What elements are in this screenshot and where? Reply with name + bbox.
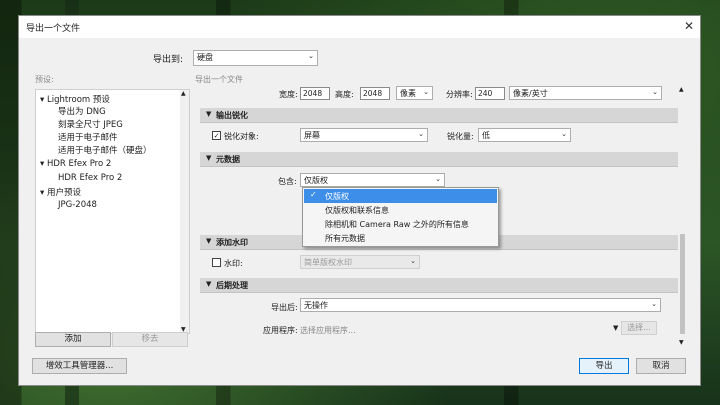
- tree-item-jpg-2048[interactable]: JPG-2048: [58, 200, 97, 210]
- scroll-up-icon[interactable]: ▲: [679, 86, 684, 93]
- expand-arrow-icon: ▾: [40, 188, 47, 198]
- chevron-down-icon: ⌄: [561, 130, 567, 138]
- settings-scrollbar[interactable]: ▲ ▼: [678, 86, 687, 346]
- sharpen-section-title: 输出锐化: [216, 111, 248, 120]
- chevron-down-icon: ⌄: [435, 175, 441, 183]
- tree-item-email[interactable]: 适用于电子邮件: [58, 131, 118, 143]
- size-unit-select[interactable]: 像素 ⌄: [396, 86, 433, 100]
- plugin-manager-button[interactable]: 增效工具管理器...: [32, 358, 127, 374]
- expand-arrow-icon: ▾: [40, 159, 47, 169]
- export-to-value: 硬盘: [197, 53, 213, 62]
- tree-item-label: 用户预设: [46, 188, 81, 198]
- presets-scrollbar[interactable]: ▲ ▼: [180, 90, 189, 333]
- tree-item-user-presets[interactable]: ▾ 用户预设: [40, 186, 81, 198]
- metadata-section-title: 元数据: [216, 155, 240, 164]
- after-export-select[interactable]: 无操作 ⌄: [300, 298, 661, 312]
- chevron-down-icon: ⌄: [308, 52, 314, 60]
- sharpen-target-value: 屏幕: [304, 131, 320, 140]
- watermark-checkbox[interactable]: [212, 258, 221, 267]
- watermark-label: 水印:: [224, 259, 243, 268]
- size-unit-value: 像素: [400, 89, 416, 98]
- export-to-label: 导出到:: [153, 55, 184, 65]
- watermark-select[interactable]: 简单版权水印 ⌄: [300, 255, 420, 269]
- metadata-section-header[interactable]: ▼ 元数据: [200, 152, 678, 167]
- width-label: 宽度:: [279, 90, 298, 99]
- after-export-label: 导出后:: [271, 303, 298, 312]
- presets-tree: ▾ Lightroom 预设 导出为 DNG 刻录全尺寸 JPEG 适用于电子邮…: [35, 89, 190, 334]
- window-title: 导出一个文件: [26, 24, 81, 34]
- application-label: 应用程序:: [263, 326, 298, 335]
- sharpen-amount-value: 低: [482, 131, 490, 140]
- menu-item-copyright-only[interactable]: ✓ 仅版权: [304, 189, 497, 203]
- tree-item-email-disk[interactable]: 适用于电子邮件（硬盘）: [58, 144, 152, 156]
- menu-item-copyright-contact[interactable]: 仅版权和联系信息: [304, 203, 497, 217]
- menu-item-all-except-camera[interactable]: 除相机和 Camera Raw 之外的所有信息: [304, 217, 497, 231]
- metadata-include-label: 包含:: [278, 177, 297, 186]
- scroll-up-icon[interactable]: ▲: [181, 90, 186, 97]
- cancel-button[interactable]: 取消: [636, 358, 686, 374]
- collapse-arrow-icon: ▼: [206, 237, 212, 245]
- export-button[interactable]: 导出: [579, 358, 629, 374]
- sharpen-target-select[interactable]: 屏幕 ⌄: [300, 128, 428, 142]
- tree-item-label: HDR Efex Pro 2: [46, 159, 112, 169]
- scrollbar-thumb[interactable]: [680, 234, 685, 334]
- tree-item-label: Lightroom 预设: [46, 95, 110, 105]
- menu-item-label: 所有元数据: [325, 234, 365, 243]
- application-placeholder[interactable]: 选择应用程序...: [300, 325, 356, 336]
- add-preset-button[interactable]: 添加: [35, 332, 111, 347]
- after-export-value: 无操作: [304, 301, 328, 310]
- sharpen-amount-label: 锐化量:: [447, 132, 474, 141]
- settings-subtitle: 导出一个文件: [195, 75, 243, 84]
- expand-arrow-icon: ▾: [40, 95, 47, 105]
- sharpen-target-label: 锐化对象:: [224, 132, 259, 141]
- resolution-unit-select[interactable]: 像素/英寸 ⌄: [509, 86, 662, 100]
- title-bar: 导出一个文件 ✕: [19, 16, 700, 38]
- tree-item-hdr-efex-child[interactable]: HDR Efex Pro 2: [58, 173, 122, 183]
- tree-item-lightroom[interactable]: ▾ Lightroom 预设: [40, 93, 110, 105]
- chevron-down-icon: ⌄: [418, 130, 424, 138]
- resolution-unit-value: 像素/英寸: [513, 89, 548, 98]
- metadata-dropdown-menu: ✓ 仅版权 仅版权和联系信息 除相机和 Camera Raw 之外的所有信息 所…: [302, 187, 499, 247]
- tree-item-dng[interactable]: 导出为 DNG: [58, 105, 106, 117]
- sharpen-checkbox[interactable]: ✓: [212, 131, 221, 140]
- tree-item-hdr-efex[interactable]: ▾ HDR Efex Pro 2: [40, 159, 111, 169]
- checkmark-icon: ✓: [310, 190, 317, 199]
- choose-application-button[interactable]: 选择...: [621, 321, 657, 335]
- sharpen-amount-select[interactable]: 低 ⌄: [478, 128, 571, 142]
- metadata-include-value: 仅版权: [304, 176, 328, 185]
- chevron-down-icon: ⌄: [423, 88, 429, 96]
- sharpen-section-header[interactable]: ▼ 输出锐化: [200, 108, 678, 123]
- metadata-include-select[interactable]: 仅版权 ⌄: [300, 173, 445, 187]
- height-input[interactable]: 2048: [360, 87, 390, 100]
- width-input[interactable]: 2048: [300, 87, 330, 100]
- application-dropdown-icon[interactable]: ▼: [613, 324, 618, 332]
- tree-item-fullsize-jpeg[interactable]: 刻录全尺寸 JPEG: [58, 118, 123, 130]
- menu-item-all-metadata[interactable]: 所有元数据: [304, 231, 497, 245]
- post-processing-section-header[interactable]: ▼ 后期处理: [200, 278, 678, 293]
- watermark-section-title: 添加水印: [216, 238, 248, 247]
- menu-item-label: 仅版权和联系信息: [325, 206, 389, 215]
- watermark-value: 简单版权水印: [304, 258, 352, 267]
- menu-item-label: 仅版权: [325, 192, 349, 201]
- close-icon[interactable]: ✕: [684, 19, 694, 33]
- post-processing-section-title: 后期处理: [216, 281, 248, 290]
- scroll-down-icon[interactable]: ▼: [679, 339, 684, 346]
- chevron-down-icon: ⌄: [652, 88, 658, 96]
- collapse-arrow-icon: ▼: [206, 110, 212, 118]
- remove-preset-button[interactable]: 移去: [112, 332, 188, 347]
- export-to-select[interactable]: 硬盘 ⌄: [193, 50, 318, 66]
- presets-header: 预设:: [35, 75, 54, 84]
- chevron-down-icon: ⌄: [651, 300, 657, 308]
- collapse-arrow-icon: ▼: [206, 280, 212, 288]
- export-dialog: 导出一个文件 ✕ 导出到: 硬盘 ⌄ 预设: ▾ Lightroom 预设 导出…: [18, 15, 701, 386]
- resolution-input[interactable]: 240: [475, 87, 505, 100]
- collapse-arrow-icon: ▼: [206, 154, 212, 162]
- chevron-down-icon: ⌄: [410, 257, 416, 265]
- height-label: 高度:: [335, 90, 354, 99]
- menu-item-label: 除相机和 Camera Raw 之外的所有信息: [325, 220, 469, 229]
- resolution-label: 分辨率:: [446, 90, 473, 99]
